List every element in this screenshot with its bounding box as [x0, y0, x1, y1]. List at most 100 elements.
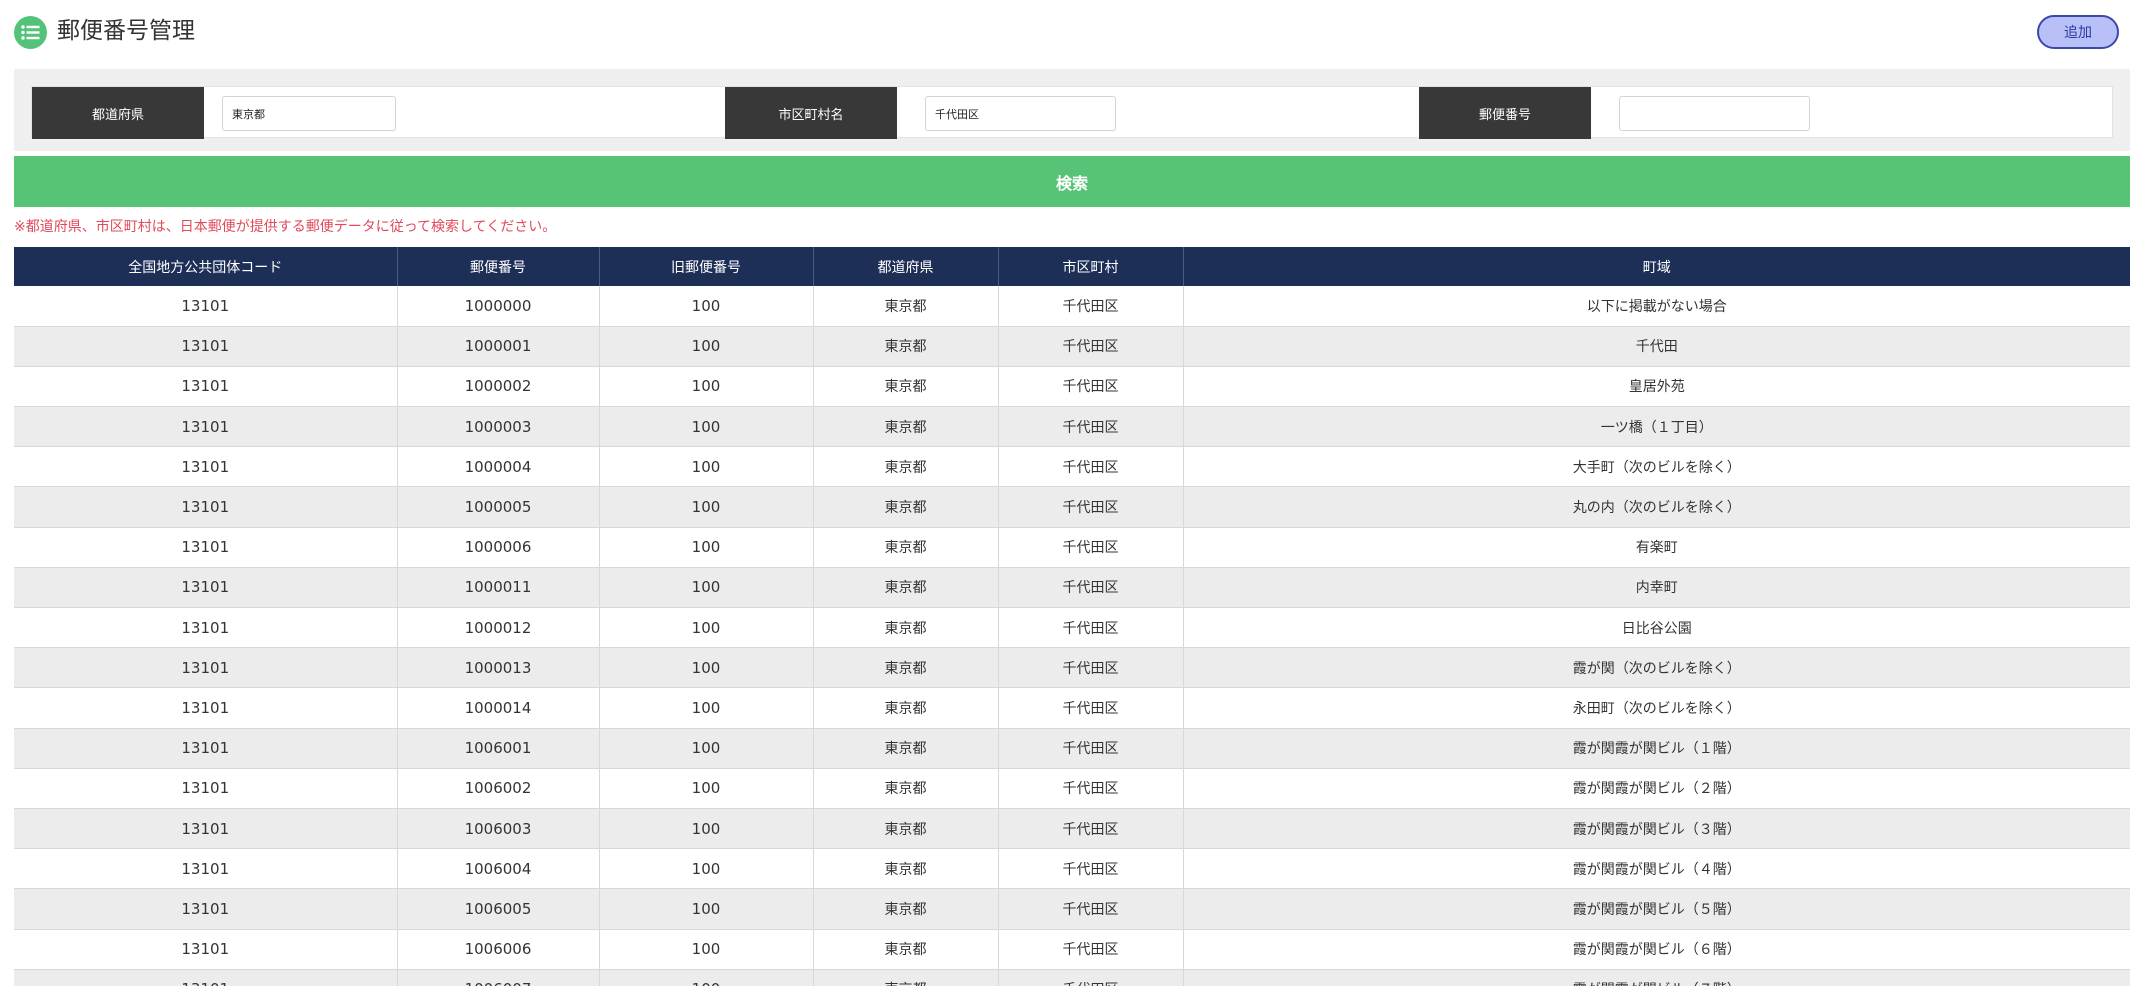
column-header-old-postal-code: 旧郵便番号	[599, 247, 814, 286]
cell-prefecture: 東京都	[813, 567, 999, 609]
table-header-row: 全国地方公共団体コード 郵便番号 旧郵便番号 都道府県 市区町村 町域	[14, 247, 2130, 286]
table-row[interactable]: 13101 1006005 100 東京都 千代田区 霞が関霞が関ビル（５階）	[14, 888, 2130, 930]
postal-code-input[interactable]	[1619, 96, 1810, 131]
cell-city: 千代田区	[998, 969, 1184, 986]
cell-municipality-code: 13101	[14, 888, 398, 930]
cell-old-postal-code: 100	[599, 647, 814, 689]
table-row[interactable]: 13101 1000004 100 東京都 千代田区 大手町（次のビルを除く）	[14, 446, 2130, 488]
cell-prefecture: 東京都	[813, 406, 999, 448]
search-button[interactable]: 検索	[14, 156, 2130, 207]
cell-town: 千代田	[1183, 326, 2130, 367]
column-header-town: 町域	[1183, 247, 2130, 286]
table-row[interactable]: 13101 1000011 100 東京都 千代田区 内幸町	[14, 567, 2130, 609]
cell-city: 千代田区	[998, 687, 1184, 729]
cell-postal-code: 1000012	[397, 607, 600, 649]
cell-city: 千代田区	[998, 326, 1184, 367]
cell-old-postal-code: 100	[599, 607, 814, 649]
cell-prefecture: 東京都	[813, 486, 999, 528]
table-row[interactable]: 13101 1006006 100 東京都 千代田区 霞が関霞が関ビル（６階）	[14, 929, 2130, 970]
cell-municipality-code: 13101	[14, 728, 398, 769]
cell-postal-code: 1006004	[397, 848, 600, 890]
cell-municipality-code: 13101	[14, 768, 398, 809]
cell-postal-code: 1000004	[397, 446, 600, 488]
prefecture-label: 都道府県	[32, 87, 204, 139]
add-button[interactable]: 追加	[2037, 15, 2119, 49]
cell-postal-code: 1006007	[397, 969, 600, 986]
cell-prefecture: 東京都	[813, 768, 999, 809]
cell-city: 千代田区	[998, 607, 1184, 649]
postal-code-table-container[interactable]: 全国地方公共団体コード 郵便番号 旧郵便番号 都道府県 市区町村 町域 1310…	[14, 247, 2130, 986]
city-input[interactable]	[925, 96, 1116, 131]
table-row[interactable]: 13101 1000001 100 東京都 千代田区 千代田	[14, 326, 2130, 367]
cell-postal-code: 1000005	[397, 486, 600, 528]
cell-prefecture: 東京都	[813, 607, 999, 649]
cell-municipality-code: 13101	[14, 848, 398, 890]
cell-town: 皇居外苑	[1183, 366, 2130, 408]
cell-town: 日比谷公園	[1183, 607, 2130, 649]
cell-town: 以下に掲載がない場合	[1183, 286, 2130, 327]
cell-old-postal-code: 100	[599, 366, 814, 408]
table-row[interactable]: 13101 1006004 100 東京都 千代田区 霞が関霞が関ビル（４階）	[14, 848, 2130, 890]
table-row[interactable]: 13101 1006001 100 東京都 千代田区 霞が関霞が関ビル（１階）	[14, 728, 2130, 769]
page-header: 郵便番号管理 追加	[0, 0, 2130, 62]
cell-city: 千代田区	[998, 647, 1184, 689]
cell-municipality-code: 13101	[14, 607, 398, 649]
cell-postal-code: 1000000	[397, 286, 600, 327]
cell-prefecture: 東京都	[813, 326, 999, 367]
cell-town: 霞が関霞が関ビル（１階）	[1183, 728, 2130, 769]
cell-postal-code: 1000001	[397, 326, 600, 367]
cell-postal-code: 1000003	[397, 406, 600, 448]
table-row[interactable]: 13101 1000000 100 東京都 千代田区 以下に掲載がない場合	[14, 286, 2130, 327]
cell-town: 有楽町	[1183, 527, 2130, 568]
cell-town: 霞が関霞が関ビル（５階）	[1183, 888, 2130, 930]
cell-postal-code: 1006005	[397, 888, 600, 930]
cell-prefecture: 東京都	[813, 527, 999, 568]
cell-postal-code: 1000013	[397, 647, 600, 689]
table-row[interactable]: 13101 1006002 100 東京都 千代田区 霞が関霞が関ビル（２階）	[14, 768, 2130, 809]
cell-town: 一ツ橋（１丁目）	[1183, 406, 2130, 448]
cell-city: 千代田区	[998, 768, 1184, 809]
cell-old-postal-code: 100	[599, 888, 814, 930]
cell-town: 霞が関霞が関ビル（４階）	[1183, 848, 2130, 890]
cell-municipality-code: 13101	[14, 687, 398, 729]
cell-town: 丸の内（次のビルを除く）	[1183, 486, 2130, 528]
cell-municipality-code: 13101	[14, 366, 398, 408]
table-row[interactable]: 13101 1000005 100 東京都 千代田区 丸の内（次のビルを除く）	[14, 486, 2130, 528]
cell-city: 千代田区	[998, 808, 1184, 850]
table-row[interactable]: 13101 1006003 100 東京都 千代田区 霞が関霞が関ビル（３階）	[14, 808, 2130, 850]
cell-old-postal-code: 100	[599, 768, 814, 809]
cell-municipality-code: 13101	[14, 286, 398, 327]
cell-municipality-code: 13101	[14, 969, 398, 986]
cell-prefecture: 東京都	[813, 808, 999, 850]
page-title: 郵便番号管理	[57, 18, 195, 44]
table-row[interactable]: 13101 1000012 100 東京都 千代田区 日比谷公園	[14, 607, 2130, 649]
search-row: 都道府県 市区町村名 郵便番号	[31, 86, 2113, 139]
cell-city: 千代田区	[998, 446, 1184, 488]
cell-old-postal-code: 100	[599, 446, 814, 488]
table-row[interactable]: 131011006007100東京都千代田区霞が関霞が関ビル（７階）	[14, 969, 2130, 986]
table-row[interactable]: 13101 1000014 100 東京都 千代田区 永田町（次のビルを除く）	[14, 687, 2130, 729]
search-notice: ※都道府県、市区町村は、日本郵便が提供する郵便データに従って検索してください。	[14, 219, 557, 235]
cell-town: 永田町（次のビルを除く）	[1183, 687, 2130, 729]
table-body: 13101 1000000 100 東京都 千代田区 以下に掲載がない場合 13101 100…	[14, 286, 2130, 986]
cell-old-postal-code: 100	[599, 687, 814, 729]
cell-city: 千代田区	[998, 848, 1184, 890]
cell-city: 千代田区	[998, 366, 1184, 408]
table-row[interactable]: 13101 1000002 100 東京都 千代田区 皇居外苑	[14, 366, 2130, 408]
cell-prefecture: 東京都	[813, 848, 999, 890]
postal-code-label: 郵便番号	[1419, 87, 1591, 139]
cell-municipality-code: 13101	[14, 326, 398, 367]
cell-old-postal-code: 100	[599, 728, 814, 769]
cell-postal-code: 1000014	[397, 687, 600, 729]
table-row[interactable]: 13101 1000013 100 東京都 千代田区 霞が関（次のビルを除く）	[14, 647, 2130, 689]
column-header-municipality-code: 全国地方公共団体コード	[14, 247, 398, 286]
table-row[interactable]: 13101 1000003 100 東京都 千代田区 一ツ橋（１丁目）	[14, 406, 2130, 448]
column-header-prefecture: 都道府県	[813, 247, 999, 286]
cell-town: 霞が関霞が関ビル（３階）	[1183, 808, 2130, 850]
prefecture-input[interactable]	[222, 96, 396, 131]
cell-city: 千代田区	[998, 728, 1184, 769]
table-row[interactable]: 13101 1000006 100 東京都 千代田区 有楽町	[14, 527, 2130, 568]
cell-municipality-code: 13101	[14, 567, 398, 609]
cell-town: 霞が関霞が関ビル（２階）	[1183, 768, 2130, 809]
cell-old-postal-code: 100	[599, 326, 814, 367]
